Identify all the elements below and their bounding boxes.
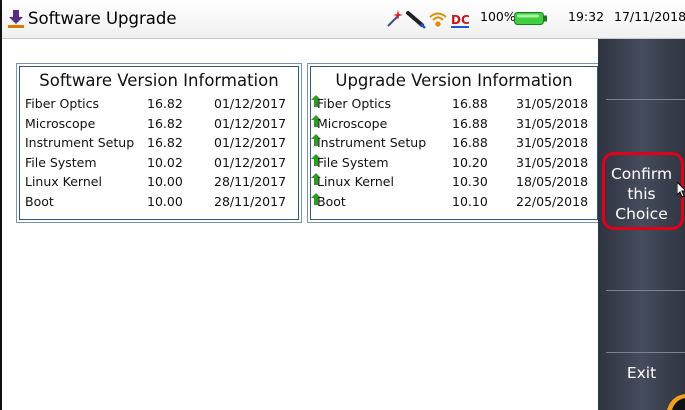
softkey-1[interactable]: [598, 39, 685, 99]
component-version: 10.00: [147, 193, 183, 209]
table-row: Fiber Optics 16.82 01/12/2017: [20, 95, 298, 115]
component-date: 31/05/2018: [516, 96, 589, 111]
component-name: Microscope: [25, 115, 96, 131]
clock-date: 17/11/2018: [614, 9, 685, 24]
table-row: Boot 10.00 28/11/2017: [20, 193, 298, 213]
battery-full-icon: [514, 12, 547, 25]
table-row: Fiber Optics 16.88 31/05/2018: [311, 95, 597, 115]
component-name: Microscope: [317, 115, 388, 131]
table-row: Microscope 16.82 01/12/2017: [20, 115, 298, 135]
component-name: Boot: [317, 193, 346, 209]
component-date: 18/05/2018: [516, 174, 589, 189]
software-version-table: Fiber Optics 16.82 01/12/2017 Microscope…: [20, 95, 298, 212]
component-name: File System: [317, 154, 389, 170]
title-bar: Software Upgrade DC 100% 19:32 17/11/201…: [2, 0, 685, 39]
component-version: 10.30: [452, 174, 488, 189]
table-row: Microscope 16.88 31/05/2018: [311, 114, 597, 135]
component-date: 31/05/2018: [516, 154, 589, 170]
status-icons: DC: [387, 10, 470, 29]
component-name: Instrument Setup: [25, 135, 135, 150]
component-name: Instrument Setup: [317, 135, 427, 150]
magic-wand-icon: [387, 10, 403, 27]
component-name: File System: [25, 154, 97, 170]
wifi-icon: [429, 12, 447, 27]
software-version-title: Software Version Information: [39, 71, 279, 90]
component-date: 31/05/2018: [516, 135, 589, 150]
component-date: 28/11/2017: [214, 193, 287, 209]
component-name: Boot: [25, 193, 54, 209]
table-row: File System 10.20 31/05/2018: [311, 153, 597, 174]
upgrade-version-title: Upgrade Version Information: [335, 71, 573, 90]
battery-percent: 100%: [480, 9, 516, 24]
component-version: 16.82: [147, 135, 183, 150]
component-version: 16.88: [452, 96, 488, 111]
probe-icon: [406, 11, 426, 29]
component-version: 16.82: [147, 96, 183, 111]
component-name: Fiber Optics: [25, 96, 100, 111]
softkey-2[interactable]: [598, 100, 685, 152]
table-row: Instrument Setup 16.88 31/05/2018: [311, 134, 597, 154]
highlight-box: [602, 152, 684, 230]
component-date: 22/05/2018: [516, 193, 589, 209]
component-date: 01/12/2017: [214, 135, 287, 150]
clock-time: 19:32: [568, 9, 605, 24]
component-date: 01/12/2017: [214, 96, 287, 111]
table-row: Linux Kernel 10.30 18/05/2018: [311, 173, 597, 193]
component-name: Linux Kernel: [25, 174, 102, 189]
table-row: Boot 10.10 22/05/2018: [311, 192, 597, 213]
software-version-panel: Software Version Information Fiber Optic…: [19, 66, 299, 220]
table-row: File System 10.02 01/12/2017: [20, 154, 298, 174]
component-name: Linux Kernel: [317, 174, 394, 189]
table-row: Linux Kernel 10.00 28/11/2017: [20, 173, 298, 193]
softkey-5[interactable]: [598, 291, 685, 351]
upgrade-version-panel: Upgrade Version Information Fiber Optics…: [310, 66, 598, 220]
component-date: 01/12/2017: [214, 115, 287, 131]
component-date: 28/11/2017: [214, 174, 287, 189]
component-version: 10.20: [452, 154, 488, 170]
component-date: 31/05/2018: [516, 115, 589, 131]
dc-power-icon: DC: [451, 13, 470, 28]
mouse-cursor-icon: [677, 182, 685, 198]
window-frame: [0, 0, 2, 410]
svg-text:DC: DC: [451, 13, 470, 27]
component-version: 16.88: [452, 135, 488, 150]
component-version: 10.00: [147, 174, 183, 189]
window-title: Software Upgrade: [28, 9, 177, 28]
component-version: 10.02: [147, 154, 183, 170]
component-version: 16.88: [452, 115, 488, 131]
softkey-4[interactable]: [598, 234, 685, 289]
download-arrow-icon: [8, 10, 24, 28]
component-version: 16.82: [147, 115, 183, 131]
table-row: Instrument Setup 16.82 01/12/2017: [20, 134, 298, 154]
component-name: Fiber Optics: [317, 96, 392, 111]
upgrade-version-table: Fiber Optics 16.88 31/05/2018 Microscope…: [311, 95, 597, 212]
component-version: 10.10: [452, 193, 488, 209]
corner-indicator-icon: [667, 394, 685, 410]
component-date: 01/12/2017: [214, 154, 287, 170]
